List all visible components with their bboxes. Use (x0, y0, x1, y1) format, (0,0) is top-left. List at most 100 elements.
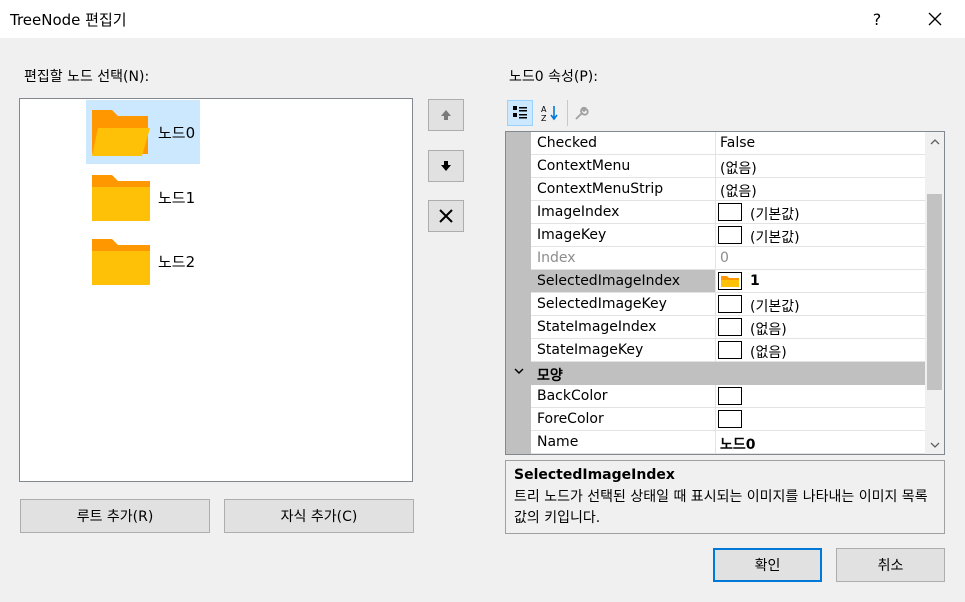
add-root-button[interactable]: 루트 추가(R) (20, 499, 210, 533)
property-name: ContextMenuStrip (537, 181, 664, 197)
property-value-cell[interactable]: (기본값) (715, 293, 925, 315)
add-child-button[interactable]: 자식 추가(C) (224, 499, 414, 533)
alphabetical-button[interactable]: A Z (537, 100, 563, 126)
delete-icon (439, 209, 453, 223)
tree-node-1[interactable]: 노드1 (86, 165, 200, 229)
property-name: Index (537, 250, 576, 266)
property-value-cell[interactable]: False (715, 132, 925, 154)
svg-text:Z: Z (541, 114, 547, 122)
property-grid[interactable]: Checked False ContextMenu (없음) ContextMe… (505, 131, 945, 455)
image-swatch (718, 318, 742, 336)
tree-node-label: 노드1 (158, 189, 196, 207)
property-name: ContextMenu (537, 158, 631, 174)
property-grid-toolbar: A Z (505, 98, 945, 128)
ok-button[interactable]: 확인 (713, 548, 822, 582)
property-row-stateimageindex[interactable]: StateImageIndex (없음) (531, 316, 925, 339)
property-value-cell: 0 (715, 247, 925, 269)
properties-label: 노드0 속성(P): (509, 69, 598, 85)
categorized-icon (513, 106, 527, 119)
scroll-up-icon[interactable] (925, 133, 944, 150)
property-pages-icon (574, 106, 589, 120)
tree-view[interactable]: 노드0 노드1 노드2 (19, 98, 413, 482)
property-row-contextmenu[interactable]: ContextMenu (없음) (531, 155, 925, 178)
description-text: 트리 노드가 선택된 상태일 때 표시되는 이미지를 나타내는 이미지 목록 값… (514, 489, 928, 526)
property-value: 0 (720, 250, 729, 266)
close-icon (928, 12, 942, 26)
folder-icon (92, 239, 150, 285)
property-name: ImageKey (537, 227, 607, 243)
property-value-cell[interactable]: (없음) (715, 155, 925, 177)
property-value-cell[interactable]: (기본값) (715, 224, 925, 246)
property-value: (없음) (750, 345, 787, 361)
tree-node-label: 노드0 (158, 124, 196, 142)
property-row-selectedimagekey[interactable]: SelectedImageKey (기본값) (531, 293, 925, 316)
tree-label: 편집할 노드 선택(N): (24, 69, 150, 85)
tree-node-2[interactable]: 노드2 (86, 229, 200, 293)
cancel-button[interactable]: 취소 (836, 548, 945, 582)
property-value: (없음) (750, 322, 787, 338)
property-name: SelectedImageIndex (537, 273, 681, 289)
category-appearance[interactable]: 모양 (506, 362, 925, 385)
property-value: (기본값) (750, 207, 800, 223)
property-value-cell[interactable]: 1 (715, 270, 925, 292)
move-up-button[interactable] (428, 99, 464, 131)
property-row-forecolor[interactable]: ForeColor (531, 408, 925, 431)
property-value-cell[interactable]: (없음) (715, 339, 925, 361)
property-value-cell[interactable] (715, 408, 925, 430)
property-value: (기본값) (750, 230, 800, 246)
property-pages-button[interactable] (567, 100, 593, 126)
chevron-down-icon[interactable] (513, 365, 525, 380)
property-value-cell[interactable]: 노드0 (715, 431, 925, 453)
color-swatch (718, 387, 742, 405)
title-bar (0, 0, 965, 38)
property-value: 1 (750, 273, 760, 289)
property-name: Checked (537, 135, 598, 151)
folder-icon (92, 175, 150, 221)
tree-node-label: 노드2 (158, 253, 196, 271)
delete-button[interactable] (428, 200, 464, 232)
property-row-imagekey[interactable]: ImageKey (기본값) (531, 224, 925, 247)
property-row-checked[interactable]: Checked False (531, 132, 925, 155)
vertical-scrollbar[interactable] (925, 132, 944, 454)
close-button[interactable] (912, 0, 958, 38)
property-row-name[interactable]: Name 노드0 (531, 431, 925, 454)
description-title: SelectedImageIndex (514, 467, 675, 483)
category-name: 모양 (537, 368, 563, 384)
property-row-stateimagekey[interactable]: StateImageKey (없음) (531, 339, 925, 362)
property-name: Name (537, 434, 579, 450)
description-pane: SelectedImageIndex 트리 노드가 선택된 상태일 때 표시되는… (505, 460, 945, 534)
property-row-contextmenustrip[interactable]: ContextMenuStrip (없음) (531, 178, 925, 201)
property-name: StateImageKey (537, 342, 644, 358)
image-swatch (718, 341, 742, 359)
property-row-backcolor[interactable]: BackColor (531, 385, 925, 408)
move-down-icon (441, 161, 451, 171)
property-value-cell[interactable]: (없음) (715, 316, 925, 338)
scroll-down-icon[interactable] (925, 436, 944, 453)
property-name: SelectedImageKey (537, 296, 667, 312)
property-value-cell[interactable]: (기본값) (715, 201, 925, 223)
property-row-selectedimageindex[interactable]: SelectedImageIndex 1 (531, 270, 925, 293)
categorized-button[interactable] (507, 100, 533, 126)
grid-margin (506, 132, 531, 454)
image-swatch (718, 203, 742, 221)
property-row-index: Index 0 (531, 247, 925, 270)
move-down-button[interactable] (428, 150, 464, 182)
window-title: TreeNode 편집기 (10, 11, 127, 29)
alphabetical-icon: A Z (541, 105, 558, 122)
property-value-cell[interactable] (715, 385, 925, 407)
property-value: 노드0 (720, 437, 756, 453)
help-button[interactable]: ? (854, 0, 900, 38)
property-name: ForeColor (537, 411, 604, 427)
property-name: BackColor (537, 388, 608, 404)
property-row-imageindex[interactable]: ImageIndex (기본값) (531, 201, 925, 224)
property-name: StateImageIndex (537, 319, 657, 335)
tree-node-0[interactable]: 노드0 (86, 100, 200, 164)
svg-text:A: A (541, 105, 547, 114)
property-value-cell[interactable]: (없음) (715, 178, 925, 200)
property-value: (없음) (720, 184, 757, 200)
property-value: False (720, 135, 756, 151)
image-swatch (718, 226, 742, 244)
open-folder-icon (92, 110, 150, 156)
scrollbar-thumb[interactable] (927, 194, 942, 390)
property-value: (기본값) (750, 299, 800, 315)
